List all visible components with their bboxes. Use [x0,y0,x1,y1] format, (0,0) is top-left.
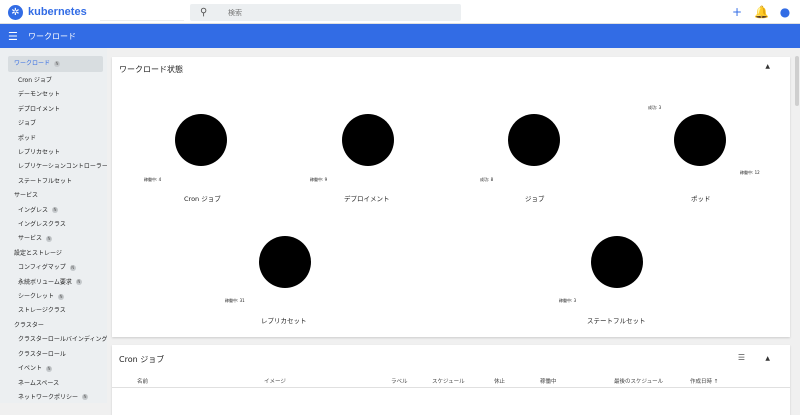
sidebar-item-replicasets[interactable]: レプリカセット [0,146,107,160]
sidebar-section-config-storage[interactable]: 設定とストレージ [0,247,107,262]
chart-label: 稼働中: 12 [740,170,760,175]
kubernetes-logo[interactable]: ✲ kubernetes [8,4,87,20]
account-icon[interactable]: ● [778,4,792,20]
scrollbar[interactable] [794,48,800,403]
divider [112,387,790,388]
chart-label: 稼働中: 9 [310,177,328,182]
sidebar: ワークロード N Cron ジョブ デーモンセット デプロイメント ジョブ ポッド… [0,48,107,403]
sidebar-item-ingressclasses[interactable]: イングレスクラス [0,218,107,232]
namespaced-badge: N [58,293,65,300]
sidebar-item-configmaps[interactable]: コンフィグマップ N [0,261,107,275]
sidebar-item-services[interactable]: サービス N [0,232,107,246]
helm-icon: ✲ [8,4,23,20]
chart-label: 成功: 8 [480,177,494,182]
column-header-images: イメージ [264,379,286,385]
sidebar-section-workloads[interactable]: ワークロード N [8,56,103,72]
sidebar-item-namespaces[interactable]: ネームスペース [0,377,107,391]
sidebar-section-services[interactable]: サービス [0,189,107,204]
chevron-up-icon[interactable]: ▲ [765,355,770,362]
sidebar-item-pvcs[interactable]: 永続ボリューム要求 N [0,276,107,290]
sidebar-item-statefulsets[interactable]: ステートフルセット [0,175,107,189]
column-header-active: 稼働中 [540,379,557,385]
status-chart-statefulsets[interactable]: 稼働中: 3 ステートフルセット [529,234,704,344]
status-chart-jobs[interactable]: 成功: 8 ジョブ [445,112,620,222]
scrollbar-thumb[interactable] [795,56,799,106]
panel-title: ワークロード状態 [119,65,183,74]
arrow-up-icon: ↑ [713,379,719,385]
chart-title: レプリカセット [261,317,307,325]
cronjobs-panel: Cron ジョブ ☰ ▲ 名前 イメージ ラベル スケジュール 休止 稼働中 最… [112,345,790,415]
column-header-suspend: 休止 [494,379,506,385]
sidebar-item-deployments[interactable]: デプロイメント [0,103,107,117]
bell-icon[interactable]: 🔔 [754,4,769,20]
sidebar-item-clusterroles[interactable]: クラスターロール [0,348,107,362]
sidebar-section-cluster[interactable]: クラスター [0,319,107,334]
donut-chart [508,114,560,166]
sidebar-item-cronjobs[interactable]: Cron ジョブ [0,74,107,88]
chart-title: ステートフルセット [587,317,646,325]
namespaced-badge: N [75,279,82,286]
menu-icon[interactable]: ☰ [8,30,20,43]
sidebar-item-ingresses[interactable]: イングレス N [0,204,107,218]
sidebar-item-secrets[interactable]: シークレット N [0,290,107,304]
column-header-labels: ラベル [391,379,408,385]
sidebar-item-networkpolicies[interactable]: ネットワークポリシー N [0,391,107,403]
namespace-select[interactable] [100,3,184,21]
sidebar-item-pods[interactable]: ポッド [0,132,107,146]
brand-name: kubernetes [28,6,87,18]
status-chart-pods[interactable]: 成功: 3 稼働中: 12 ポッド [612,105,787,222]
column-header-name[interactable]: 名前 [137,377,148,385]
namespaced-badge: N [46,365,53,372]
panel-title: Cron ジョブ [119,355,165,364]
namespaced-badge: N [69,264,76,271]
status-chart-replicasets[interactable]: 稼働中: 31 レプリカセット [197,234,372,344]
workload-status-panel: ワークロード状態 ▲ 稼働中: 4 Cron ジョブ 稼働中: 9 デプロイメン… [112,57,790,337]
chart-title: ポッド [691,195,711,203]
chart-label: 稼働中: 31 [225,298,245,303]
chart-title: デプロイメント [344,195,390,203]
search-input[interactable] [228,8,428,17]
namespaced-badge: N [82,394,89,401]
search-bar[interactable]: ⚲ [190,4,461,21]
chart-title: ジョブ [525,195,545,203]
column-header-schedule: スケジュール [432,379,465,385]
chart-label: 稼働中: 3 [559,298,577,303]
status-chart-cronjobs[interactable]: 稼働中: 4 Cron ジョブ [112,112,287,222]
sidebar-item-clusterrolebindings[interactable]: クラスターロールバインディング [0,333,107,347]
top-bar: ✲ kubernetes ⚲ + 🔔 ● [0,0,800,24]
namespaced-badge: N [54,60,61,67]
donut-chart [175,114,227,166]
namespaced-badge: N [52,207,59,214]
donut-chart [591,236,643,288]
sidebar-item-daemonsets[interactable]: デーモンセット [0,88,107,102]
search-icon: ⚲ [200,7,208,18]
chart-label: 成功: 3 [648,105,662,110]
chart-title: Cron ジョブ [184,195,221,203]
sidebar-item-replicationcontrollers[interactable]: レプリケーションコントローラー [0,160,107,174]
donut-chart [342,114,394,166]
page-header: ☰ ワークロード [0,24,800,48]
sidebar-item-events[interactable]: イベント N [0,362,107,376]
chart-label: 稼働中: 4 [144,177,162,182]
donut-chart [259,236,311,288]
page-title: ワークロード [28,31,76,41]
donut-chart [674,114,726,166]
namespaced-badge: N [46,235,53,242]
plus-icon[interactable]: + [730,4,744,20]
sidebar-item-jobs[interactable]: ジョブ [0,117,107,131]
sidebar-item-storageclasses[interactable]: ストレージクラス [0,304,107,318]
column-header-last-schedule: 最後のスケジュール [614,379,664,385]
column-header-created[interactable]: 作成日時 ↑ [690,377,718,385]
filter-icon[interactable]: ☰ [738,353,745,362]
status-chart-deployments[interactable]: 稼働中: 9 デプロイメント [278,112,453,222]
chevron-up-icon[interactable]: ▲ [765,63,770,70]
